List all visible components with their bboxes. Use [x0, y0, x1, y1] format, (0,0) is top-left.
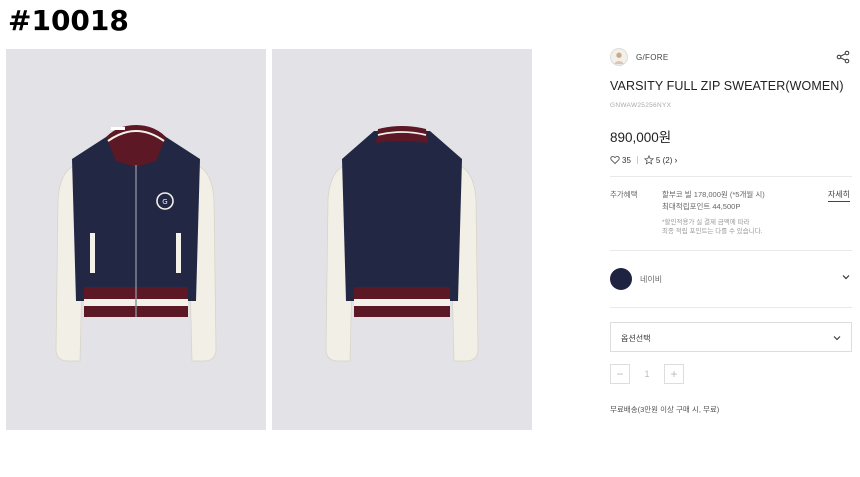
page-id-label: #10018 [8, 4, 129, 37]
brand-name: G/FORE [636, 52, 669, 62]
product-image-front[interactable]: G [6, 49, 266, 430]
color-swatch[interactable] [610, 268, 632, 290]
option-select-label: 옵션선택 [621, 334, 651, 343]
color-name: 네이비 [640, 274, 663, 284]
share-icon[interactable] [836, 50, 850, 64]
like-count: 35 [622, 155, 631, 165]
product-info-panel: G/FORE VARSITY FULL ZIP SWEATER(WOMEN) G… [610, 46, 852, 415]
installment-text: 할부코 빌 178,000원 (*5개월 시) [662, 190, 765, 199]
option-select[interactable]: 옵션선택 [610, 322, 852, 352]
product-price: 890,000원 [610, 130, 672, 145]
svg-text:G: G [162, 198, 167, 206]
divider [610, 176, 852, 177]
heart-icon[interactable] [610, 155, 620, 165]
max-points-text: 최대적립포인트 44,500P [662, 202, 741, 211]
product-meta-row: 35 5 (2) › [610, 154, 852, 166]
benefit-detail-link[interactable]: 자세히 [827, 189, 850, 202]
rating-link[interactable]: 5 (2) [656, 156, 672, 165]
color-selector[interactable]: 네이비 [610, 251, 852, 307]
chevron-right-icon[interactable]: › [674, 155, 677, 165]
product-title: VARSITY FULL ZIP SWEATER(WOMEN) [610, 79, 844, 93]
quantity-decrease-button[interactable]: − [610, 364, 630, 384]
chevron-down-icon[interactable] [842, 273, 850, 281]
shipping-info: 무료배송(3만원 이상 구매 시, 무료) [610, 405, 720, 414]
quantity-increase-button[interactable]: + [664, 364, 684, 384]
jacket-back-illustration [325, 126, 479, 362]
product-page: #10018 G G/FORE VARSITY FULL ZIP SWEATER… [0, 0, 860, 477]
quantity-value[interactable]: 1 [630, 369, 664, 379]
meta-divider [636, 156, 638, 164]
benefit-label: 추가혜택 [610, 190, 638, 199]
points-note-2: 최종 적립 포인트는 다를 수 있습니다. [662, 228, 763, 235]
brand-logo-icon [610, 48, 628, 66]
chevron-down-icon[interactable] [833, 334, 841, 342]
jacket-front-illustration: G [55, 125, 217, 362]
product-sku: GNWAW25256NYX [610, 102, 672, 109]
star-icon [643, 155, 654, 165]
product-image-back[interactable] [272, 49, 532, 430]
divider [610, 307, 852, 308]
benefit-section: 추가혜택 할부코 빌 178,000원 (*5개월 시) 최대적립포인트 44,… [610, 189, 852, 249]
brand-row[interactable]: G/FORE [610, 46, 852, 68]
quantity-stepper: − 1 + [610, 364, 852, 384]
